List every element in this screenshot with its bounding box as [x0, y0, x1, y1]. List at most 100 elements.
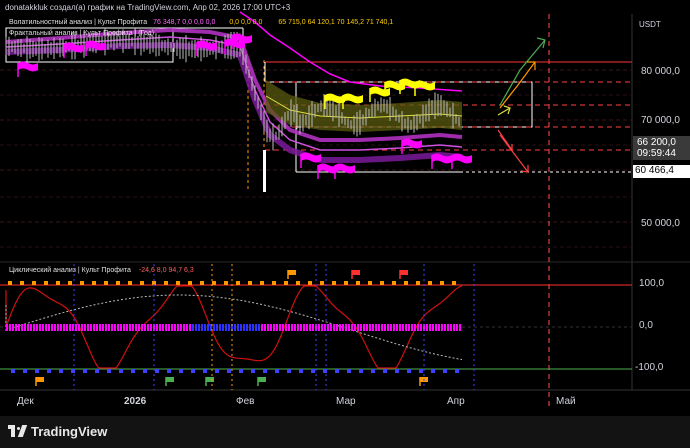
osc-bar	[417, 324, 419, 331]
osc-bar	[360, 324, 362, 331]
osc-top-marker	[428, 281, 432, 285]
current-price: 66 200,0	[637, 137, 676, 148]
osc-bar	[228, 324, 230, 331]
osc-bar	[333, 324, 335, 331]
osc-bar	[66, 324, 68, 331]
osc-bar	[327, 324, 329, 331]
legend-line1-values: 76 348,7 0,0 0,0 0,0	[153, 19, 216, 26]
osc-bar	[9, 324, 11, 331]
osc-bar	[27, 324, 29, 331]
osc-bar	[183, 324, 185, 331]
legend-line1-values-right: 65 715,0 64 120,1 70 145,2 71 740,1	[278, 19, 394, 26]
time-tick-feb: Фев	[236, 396, 255, 407]
osc-bar	[426, 324, 428, 331]
flag-marker	[369, 86, 390, 102]
arrow-red-1	[497, 129, 513, 151]
osc-bottom-marker	[251, 369, 255, 373]
osc-bottom-marker	[287, 369, 291, 373]
osc-bar	[36, 324, 38, 331]
osc-bar	[432, 324, 434, 331]
osc-bar	[420, 324, 422, 331]
osc-bar	[108, 324, 110, 331]
legend-line1-zeros: 0,0 0,0 0,0	[229, 19, 263, 26]
legend-line2-label: Фрактальный анализ | Культ Профита | (Го…	[9, 30, 155, 37]
osc-bar	[135, 324, 137, 331]
osc-bar	[54, 324, 56, 331]
osc-top-marker	[284, 281, 288, 285]
price-axis[interactable]: USDT 80 000,0 70 000,0 66 200,0 09:59:44…	[633, 14, 690, 390]
osc-top-marker	[56, 281, 60, 285]
osc-top-marker	[212, 281, 216, 285]
osc-bar	[429, 324, 431, 331]
osc-top-marker	[296, 281, 300, 285]
osc-bar	[306, 324, 308, 331]
osc-bar	[369, 324, 371, 331]
osc-bar	[441, 324, 443, 331]
osc-bar	[318, 324, 320, 331]
osc-top-marker	[320, 281, 324, 285]
osc-bar	[129, 324, 131, 331]
osc-bar	[207, 324, 209, 331]
osc-top-marker	[20, 281, 24, 285]
osc-top-marker	[368, 281, 372, 285]
osc-bottom-marker	[347, 369, 351, 373]
osc-bar	[273, 324, 275, 331]
flag-marker	[401, 138, 422, 154]
osc-bar	[165, 324, 167, 331]
osc-top-marker	[404, 281, 408, 285]
osc-bottom-marker	[335, 369, 339, 373]
osc-flag	[399, 270, 408, 279]
osc-bottom-marker	[167, 369, 171, 373]
osc-bar	[15, 324, 17, 331]
osc-bar	[90, 324, 92, 331]
osc-bar	[279, 324, 281, 331]
osc-bar	[45, 324, 47, 331]
osc-bar	[351, 324, 353, 331]
osc-bar	[378, 324, 380, 331]
osc-bar	[342, 324, 344, 331]
osc-bar	[39, 324, 41, 331]
osc-bar	[93, 324, 95, 331]
tradingview-logo[interactable]: TradingView	[8, 424, 107, 439]
osc-bar	[237, 324, 239, 331]
osc-bottom-marker	[11, 369, 15, 373]
osc-bar	[321, 324, 323, 331]
osc-bar	[42, 324, 44, 331]
osc-top-marker	[176, 281, 180, 285]
osc-bar	[330, 324, 332, 331]
legend-osc-label: Циклический анализ | Культ Профита	[9, 267, 131, 274]
osc-bar	[18, 324, 20, 331]
osc-bar	[399, 324, 401, 331]
legend-osc: Циклический анализ | Культ Профита -24,6…	[9, 267, 194, 274]
osc-top-marker	[416, 281, 420, 285]
osc-bar	[117, 324, 119, 331]
osc-bar	[141, 324, 143, 331]
osc-bar	[402, 324, 404, 331]
osc-bar	[264, 324, 266, 331]
osc-bar	[459, 324, 461, 331]
osc-bar	[102, 324, 104, 331]
osc-bar	[171, 324, 173, 331]
osc-bar	[198, 324, 200, 331]
osc-top-marker	[380, 281, 384, 285]
osc-bar	[414, 324, 416, 331]
osc-bar	[300, 324, 302, 331]
osc-bar	[387, 324, 389, 331]
osc-bar	[282, 324, 284, 331]
osc-bottom-marker	[107, 369, 111, 373]
osc-bar	[69, 324, 71, 331]
osc-bar	[144, 324, 146, 331]
time-axis[interactable]: Дек 2026 Фев Мар Апр Май	[0, 391, 632, 413]
osc-top-marker	[248, 281, 252, 285]
osc-bar	[297, 324, 299, 331]
price-tick-80k: 80 000,0	[641, 66, 680, 77]
countdown: 09:59:44	[637, 148, 676, 159]
osc-bottom-marker	[95, 369, 99, 373]
osc-top-marker	[344, 281, 348, 285]
osc-bottom-marker	[275, 369, 279, 373]
tradingview-logo-icon	[8, 425, 28, 437]
osc-bar	[246, 324, 248, 331]
osc-top-marker	[68, 281, 72, 285]
osc-bottom-marker	[443, 369, 447, 373]
osc-bar	[312, 324, 314, 331]
